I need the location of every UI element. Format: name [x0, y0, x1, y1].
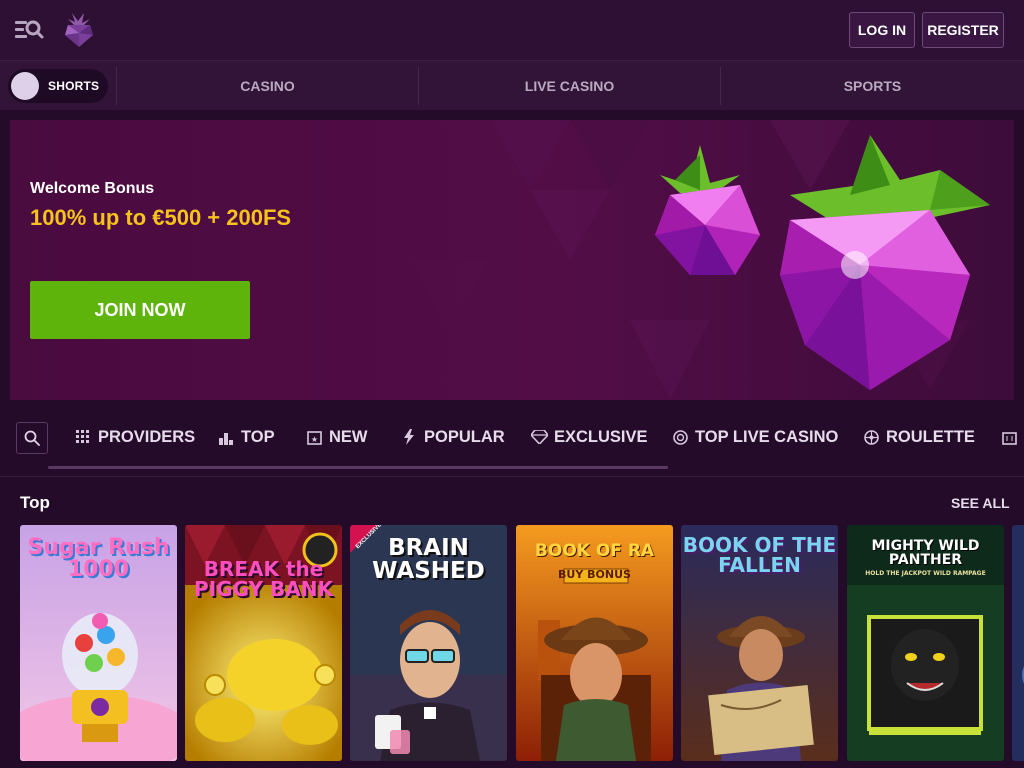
game-art-title: MIGHTY WILD PANTHER [871, 538, 980, 568]
diamond-icon [530, 428, 548, 446]
game-thumbnail [1012, 525, 1024, 761]
filter-label: NEW [329, 427, 368, 446]
filter-roulette[interactable]: ROULETTE [862, 424, 975, 450]
filter-label: TOP [241, 427, 275, 446]
tab-casino[interactable]: CASINO [116, 67, 418, 105]
shorts-toggle[interactable]: SHORTS [8, 69, 108, 103]
game-art-title: BOOK OF THE FALLEN [682, 533, 837, 577]
roulette-icon [862, 428, 880, 446]
filter-label: EXCLUSIVE [554, 427, 648, 446]
tab-sports[interactable]: SPORTS [720, 67, 1024, 105]
filter-label: PROVIDERS [98, 427, 196, 446]
filter-new[interactable]: ★ NEW [305, 424, 368, 450]
raspberry-logo-icon[interactable] [62, 11, 96, 49]
new-icon: ★ [305, 428, 323, 446]
chip-icon [671, 428, 689, 446]
game-art-title: BRAIN WASHED [372, 535, 485, 584]
game-card-partial[interactable] [1012, 525, 1024, 761]
join-now-button[interactable]: JOIN NOW [30, 281, 250, 339]
bonus-title: Welcome Bonus [30, 180, 155, 197]
section-title: Top [20, 493, 50, 512]
podium-icon [217, 428, 235, 446]
game-card-book-of-ra[interactable]: BOOK OF RA BUY BONUS [516, 525, 673, 761]
site-header: LOG IN REGISTER [0, 0, 1024, 60]
shorts-label: SHORTS [48, 79, 100, 93]
filter-popular[interactable]: POPULAR [400, 424, 505, 450]
filter-label: ROULETTE [886, 427, 975, 446]
game-card-break-the-piggy-bank[interactable]: BREAK the PIGGY BANK [185, 525, 342, 761]
register-button[interactable]: REGISTER [922, 12, 1004, 48]
section-divider [0, 476, 1024, 477]
toggle-knob [11, 72, 39, 100]
login-button[interactable]: LOG IN [849, 12, 915, 48]
game-filter-bar: PROVIDERS TOP ★ NEW POPULAR EXCLUSIVE TO… [0, 412, 1024, 470]
filter-more[interactable] [1000, 424, 1024, 450]
category-nav: SHORTS CASINO LIVE CASINO SPORTS [0, 60, 1024, 110]
game-card-sugar-rush[interactable]: Sugar Rush 1000 [20, 525, 177, 761]
game-art-title: BREAK the PIGGY BANK [194, 557, 333, 601]
game-card-mighty-wild-panther[interactable]: MIGHTY WILD PANTHER HOLD THE JACKPOT WIL… [847, 525, 1004, 761]
filter-top[interactable]: TOP [217, 424, 275, 450]
game-card-book-of-the-fallen[interactable]: BOOK OF THE FALLEN [681, 525, 838, 761]
bonus-offer: 100% up to €500 + 200FS [30, 205, 292, 230]
filter-label: POPULAR [424, 427, 505, 446]
tab-live-casino[interactable]: LIVE CASINO [418, 67, 720, 105]
lightning-icon [400, 428, 418, 446]
menu-search-icon[interactable] [14, 16, 44, 44]
search-icon [24, 430, 40, 446]
game-search-button[interactable] [16, 422, 48, 454]
game-card-brain-washed[interactable]: BRAIN WASHED EXCLUSIVE [350, 525, 507, 761]
game-art-title: BOOK OF RA [534, 541, 655, 561]
svg-text:★: ★ [310, 435, 317, 444]
slot-machine-icon [1000, 428, 1018, 446]
filter-top-live-casino[interactable]: TOP LIVE CASINO [671, 424, 838, 450]
filter-providers[interactable]: PROVIDERS [74, 424, 195, 450]
game-art-subtitle: HOLD THE JACKPOT WILD RAMPAGE [865, 570, 986, 577]
filter-label: TOP LIVE CASINO [695, 427, 839, 446]
game-art-subtitle: BUY BONUS [558, 568, 631, 581]
see-all-link[interactable]: SEE ALL [951, 495, 1010, 511]
raspberry-gems-icon [655, 135, 990, 390]
grid-icon [74, 428, 92, 446]
filter-scrollbar[interactable] [48, 466, 668, 469]
game-art-title: Sugar Rush 1000 [27, 535, 170, 582]
filter-exclusive[interactable]: EXCLUSIVE [530, 424, 648, 450]
welcome-bonus-banner[interactable]: Welcome Bonus 100% up to €500 + 200FS JO… [10, 120, 1014, 400]
